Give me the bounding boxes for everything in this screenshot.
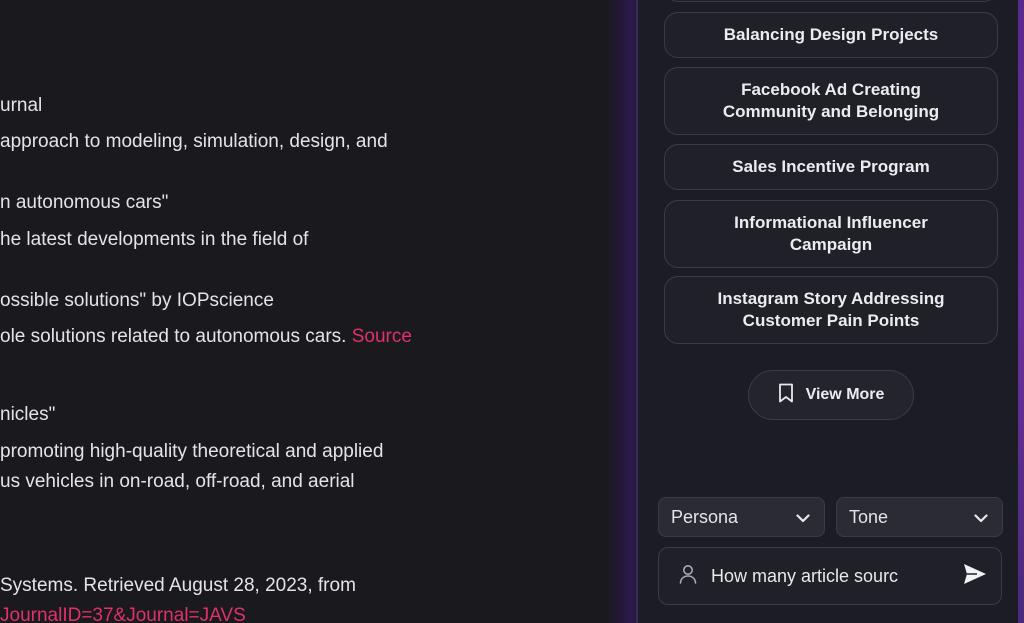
tone-label: Tone (849, 506, 889, 527)
prompt-card-influencer-campaign[interactable]: Informational Influencer Campaign (664, 200, 998, 268)
prompt-card-sales-incentive[interactable]: Sales Incentive Program (664, 144, 998, 190)
article-line: ole solutions related to autonomous cars… (0, 325, 412, 349)
article-line: he latest developments in the field of (0, 229, 309, 250)
chat-input-box[interactable] (658, 547, 1002, 605)
article-line: promoting high-quality theoretical and a… (0, 441, 384, 462)
chevron-down-icon (974, 507, 988, 528)
prompt-card-balancing-design[interactable]: Balancing Design Projects (664, 12, 998, 58)
tone-select[interactable]: Tone (836, 497, 1003, 537)
prompt-card-instagram-story[interactable]: Instagram Story Addressing Customer Pain… (664, 276, 998, 344)
user-icon (679, 564, 697, 589)
persona-label: Persona (671, 506, 739, 527)
prompt-card-partial[interactable] (664, 0, 998, 2)
view-more-button[interactable]: View More (748, 370, 914, 420)
prompt-panel: Balancing Design Projects Facebook Ad Cr… (638, 0, 1024, 623)
chat-input[interactable] (711, 565, 963, 587)
prompt-card-facebook-ad[interactable]: Facebook Ad Creating Community and Belon… (664, 67, 998, 135)
persona-select[interactable]: Persona (658, 497, 825, 537)
article-line: nicles" (0, 404, 56, 425)
bookmark-icon (778, 383, 794, 408)
article-pane: urnal approach to modeling, simulation, … (0, 0, 612, 623)
reference-link[interactable]: JournalID=37&Journal=JAVS (0, 604, 246, 623)
article-line-text: ole solutions related to autonomous cars… (0, 326, 347, 347)
send-icon[interactable] (963, 563, 987, 590)
article-line: urnal (0, 95, 43, 116)
panel-edge-glow (1018, 0, 1024, 623)
article-line: n autonomous cars" (0, 192, 169, 213)
article-line: ossible solutions" by IOPscience (0, 290, 274, 311)
view-more-label: View More (805, 386, 885, 403)
chevron-down-icon (796, 507, 810, 528)
article-line: approach to modeling, simulation, design… (0, 131, 388, 152)
article-line: Systems. Retrieved August 28, 2023, from (0, 575, 356, 596)
article-line: us vehicles in on-road, off-road, and ae… (0, 471, 355, 492)
source-link[interactable]: Source (352, 326, 412, 347)
